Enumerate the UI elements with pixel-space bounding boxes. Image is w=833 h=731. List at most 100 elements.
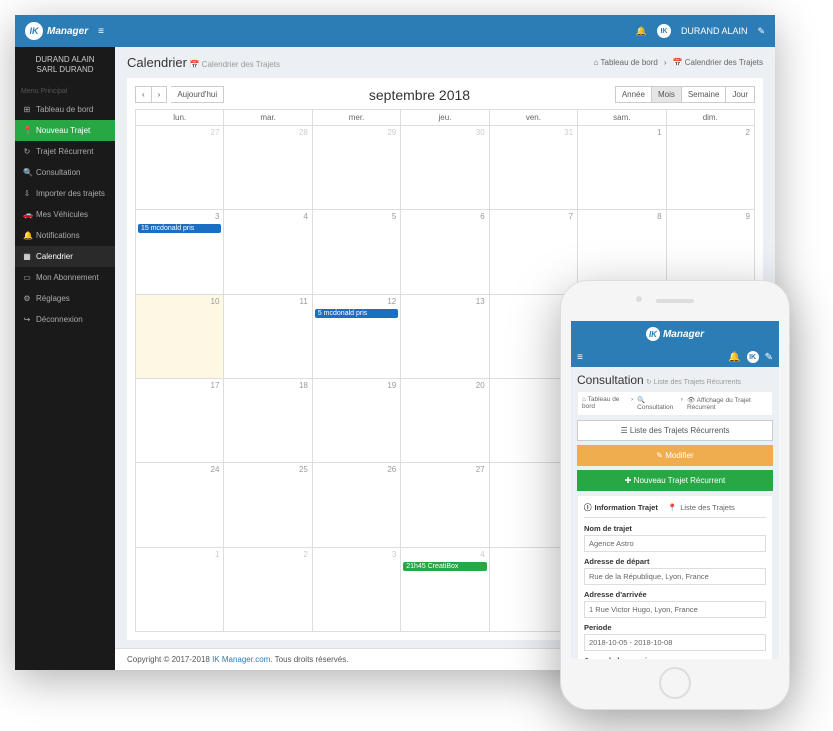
list-trajets-button[interactable]: ☰ Liste des Trajets Récurrents bbox=[577, 420, 773, 441]
sidebar-item[interactable]: 📍Nouveau Trajet bbox=[15, 120, 115, 141]
calendar-cell[interactable]: 26 bbox=[312, 463, 400, 547]
day-number: 24 bbox=[211, 465, 220, 474]
calendar-cell[interactable]: 6 bbox=[401, 210, 489, 294]
day-number: 13 bbox=[476, 297, 485, 306]
day-number: 28 bbox=[299, 128, 308, 137]
calendar-cell[interactable]: 4 bbox=[224, 210, 312, 294]
sidebar-item[interactable]: ▦Calendrier bbox=[15, 246, 115, 267]
phone-tabs: ⓘInformation Trajet 📍Liste des Trajets bbox=[584, 502, 766, 518]
app-logo[interactable]: IK Manager bbox=[25, 22, 88, 40]
phone-home-button[interactable] bbox=[659, 667, 691, 699]
footer-link[interactable]: IK Manager.com bbox=[212, 655, 270, 664]
edit-icon[interactable]: ✎ bbox=[757, 26, 765, 37]
sidebar-item[interactable]: 🔔Notifications bbox=[15, 225, 115, 246]
cal-today-button[interactable]: Aujourd'hui bbox=[171, 86, 224, 103]
cal-prev-button[interactable]: ‹ bbox=[135, 86, 152, 103]
day-number: 4 bbox=[303, 212, 307, 221]
day-number: 2 bbox=[746, 128, 750, 137]
calendar-cell[interactable]: 421h45 CreatiBox bbox=[401, 547, 489, 631]
calendar-cell[interactable]: 29 bbox=[312, 126, 400, 210]
sidebar-item[interactable]: ⇩Importer des trajets bbox=[15, 183, 115, 204]
calendar-cell[interactable]: 13 bbox=[401, 294, 489, 378]
bell-icon[interactable]: 🔔 bbox=[728, 352, 740, 363]
phone-breadcrumb: ⌂ Tableau de bord›🔍 Consultation›👁 Affic… bbox=[577, 391, 773, 416]
user-avatar[interactable]: IK bbox=[747, 351, 759, 363]
calendar-cell[interactable]: 2 bbox=[224, 547, 312, 631]
cal-next-button[interactable]: › bbox=[152, 86, 168, 103]
breadcrumb-item[interactable]: 🔍 Consultation bbox=[637, 396, 677, 411]
phone-card: ⓘInformation Trajet📍Liste des Trajets No… bbox=[577, 495, 773, 659]
calendar-cell[interactable]: 10 bbox=[136, 294, 224, 378]
phone-tab[interactable]: 📍Liste des Trajets bbox=[668, 502, 735, 513]
calendar-cell[interactable]: 31 bbox=[489, 126, 577, 210]
calendar-cell[interactable]: 17 bbox=[136, 378, 224, 462]
phone-page-subtitle: ↻ Liste des Trajets Récurrents bbox=[646, 379, 741, 386]
calendar-header: jeu. bbox=[401, 110, 489, 126]
field-value: 1 Rue Victor Hugo, Lyon, France bbox=[584, 601, 766, 618]
calendar-cell[interactable]: 27 bbox=[136, 126, 224, 210]
tab-icon: 📍 bbox=[668, 503, 677, 512]
calendar-cell[interactable]: 7 bbox=[489, 210, 577, 294]
calendar-event[interactable]: 5 mcdonald pris bbox=[315, 309, 398, 318]
calendar-cell[interactable]: 3 bbox=[312, 547, 400, 631]
sidebar-user[interactable]: DURAND ALAIN SARL DURAND bbox=[15, 47, 115, 84]
calendar-event[interactable]: 15 mcdonald pris bbox=[138, 224, 221, 233]
calendar-cell[interactable]: 19 bbox=[312, 378, 400, 462]
calendar-cell[interactable]: 5 bbox=[312, 210, 400, 294]
day-number: 12 bbox=[387, 297, 396, 306]
menu-label: Mon Abonnement bbox=[36, 273, 99, 282]
view-button[interactable]: Semaine bbox=[682, 86, 727, 103]
calendar-cell[interactable]: 315 mcdonald pris bbox=[136, 210, 224, 294]
calendar-cell[interactable]: 25 bbox=[224, 463, 312, 547]
field-label: Adresse d'arrivée bbox=[584, 590, 766, 599]
calendar-cell[interactable]: 1 bbox=[136, 547, 224, 631]
sidebar-item[interactable]: 🚗Mes Véhicules bbox=[15, 204, 115, 225]
day-number: 1 bbox=[657, 128, 661, 137]
sidebar-item[interactable]: ↪ Déconnexion bbox=[15, 309, 115, 330]
calendar-cell[interactable]: 28 bbox=[224, 126, 312, 210]
breadcrumb-item[interactable]: 👁 Affichage du Trajet Récurrent bbox=[687, 396, 768, 411]
logo-badge: IK bbox=[25, 22, 43, 40]
calendar-event[interactable]: 21h45 CreatiBox bbox=[403, 562, 486, 571]
edit-icon[interactable]: ✎ bbox=[765, 352, 773, 363]
menu-icon: ⊞ bbox=[23, 105, 31, 114]
menu-icon: 🔍 bbox=[23, 168, 31, 177]
menu-label: Trajet Récurrent bbox=[36, 147, 94, 156]
sidebar-item[interactable]: ⊞Tableau de bord bbox=[15, 99, 115, 120]
sidebar-item[interactable]: 🔍Consultation bbox=[15, 162, 115, 183]
sidebar: DURAND ALAIN SARL DURAND Menu Principal … bbox=[15, 47, 115, 670]
calendar-cell[interactable]: 2 bbox=[666, 126, 754, 210]
breadcrumb-item[interactable]: ⌂ Tableau de bord bbox=[594, 58, 658, 67]
sidebar-item[interactable]: ▭Mon Abonnement bbox=[15, 267, 115, 288]
menu-icon: ↪ bbox=[23, 315, 31, 324]
calendar-cell[interactable]: 24 bbox=[136, 463, 224, 547]
sidebar-item[interactable]: ↻Trajet Récurrent bbox=[15, 141, 115, 162]
day-number: 10 bbox=[211, 297, 220, 306]
view-button[interactable]: Année bbox=[615, 86, 652, 103]
menu-toggle-icon[interactable]: ≡ bbox=[98, 26, 104, 37]
day-number: 3 bbox=[392, 550, 396, 559]
menu-label: Déconnexion bbox=[36, 315, 83, 324]
menu-toggle-icon[interactable]: ≡ bbox=[577, 352, 583, 363]
calendar-cell[interactable]: 1 bbox=[578, 126, 666, 210]
sidebar-item[interactable]: ⚙Réglages bbox=[15, 288, 115, 309]
calendar-header: lun. bbox=[136, 110, 224, 126]
day-number: 1 bbox=[215, 550, 219, 559]
breadcrumb-item[interactable]: 📅 Calendrier des Trajets bbox=[673, 58, 763, 67]
bell-icon[interactable]: 🔔 bbox=[636, 26, 647, 37]
calendar-cell[interactable]: 12 5 mcdonald pris bbox=[312, 294, 400, 378]
calendar-cell[interactable]: 27 bbox=[401, 463, 489, 547]
calendar-cell[interactable]: 18 bbox=[224, 378, 312, 462]
view-button[interactable]: Mois bbox=[652, 86, 682, 103]
phone-tab[interactable]: ⓘInformation Trajet bbox=[584, 502, 658, 513]
user-avatar[interactable]: IK bbox=[657, 24, 671, 38]
view-button[interactable]: Jour bbox=[726, 86, 755, 103]
calendar-cell[interactable]: 30 bbox=[401, 126, 489, 210]
field-value: 2018-10-05 - 2018-10-08 bbox=[584, 634, 766, 651]
modify-button[interactable]: ✎ Modifier bbox=[577, 445, 773, 466]
calendar-cell[interactable]: 20 bbox=[401, 378, 489, 462]
topbar-username[interactable]: DURAND ALAIN bbox=[681, 26, 748, 36]
breadcrumb-item[interactable]: ⌂ Tableau de bord bbox=[582, 396, 627, 411]
calendar-cell[interactable]: 11 bbox=[224, 294, 312, 378]
new-trajet-button[interactable]: ✚ Nouveau Trajet Récurrent bbox=[577, 470, 773, 491]
